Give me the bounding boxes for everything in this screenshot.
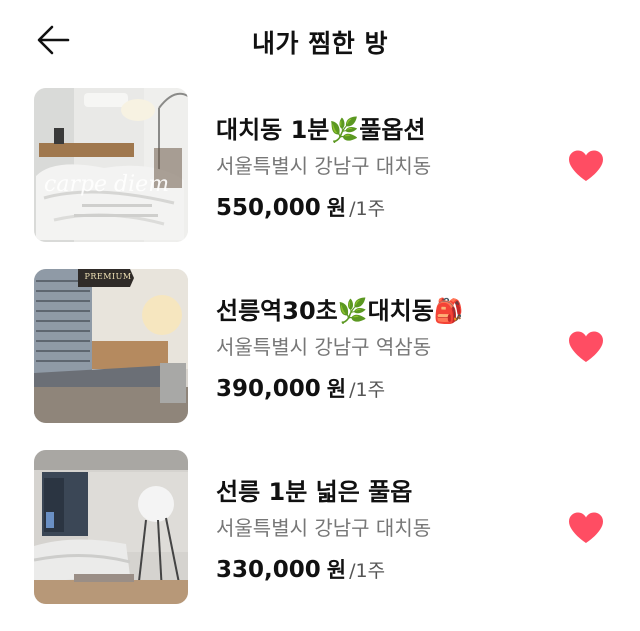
price-value: 390,000 — [216, 376, 321, 402]
price-period: /1주 — [349, 198, 386, 220]
heart-icon — [569, 512, 603, 543]
room-card[interactable]: PREMIUM 선릉역30초🌿대치동🎒 서울특별시 강남구 역삼동 390,00… — [0, 269, 640, 450]
room-title: 선릉역30초🌿대치동🎒 — [216, 297, 464, 325]
price-currency: 원 — [326, 377, 347, 401]
like-button[interactable] — [567, 511, 605, 545]
room-address: 서울특별시 강남구 역삼동 — [216, 335, 432, 359]
room-thumbnail[interactable] — [34, 88, 188, 242]
room-price: 390,000 원/1주 — [216, 373, 385, 403]
like-button[interactable] — [567, 149, 605, 183]
thumbnail-overlay-text: carpe diem — [44, 172, 170, 197]
like-button[interactable] — [567, 330, 605, 364]
room-thumbnail[interactable]: PREMIUM — [34, 269, 188, 423]
price-currency: 원 — [326, 196, 347, 220]
room-title: 선릉 1분 넓은 풀옵 — [216, 478, 413, 506]
price-value: 550,000 — [216, 195, 321, 221]
premium-badge: PREMIUM — [84, 272, 132, 281]
room-title: 대치동 1분🌿풀옵션 — [216, 116, 426, 144]
room-address: 서울특별시 강남구 대치동 — [216, 516, 432, 540]
header: 내가 찜한 방 — [0, 0, 640, 80]
room-price: 550,000 원/1주 — [216, 192, 385, 222]
price-currency: 원 — [326, 558, 347, 582]
room-thumbnail[interactable] — [34, 450, 188, 604]
price-value: 330,000 — [216, 557, 321, 583]
price-period: /1주 — [349, 560, 386, 582]
room-card[interactable]: 선릉 1분 넓은 풀옵 서울특별시 강남구 대치동 330,000 원/1주 — [0, 450, 640, 631]
liked-rooms-list: 대치동 1분🌿풀옵션 서울특별시 강남구 대치동 550,000 원/1주 PR… — [0, 88, 640, 604]
heart-icon — [569, 331, 603, 362]
page-title: 내가 찜한 방 — [252, 29, 388, 58]
heart-icon — [569, 150, 603, 181]
room-price: 330,000 원/1주 — [216, 554, 385, 584]
room-address: 서울특별시 강남구 대치동 — [216, 154, 432, 178]
price-period: /1주 — [349, 379, 386, 401]
